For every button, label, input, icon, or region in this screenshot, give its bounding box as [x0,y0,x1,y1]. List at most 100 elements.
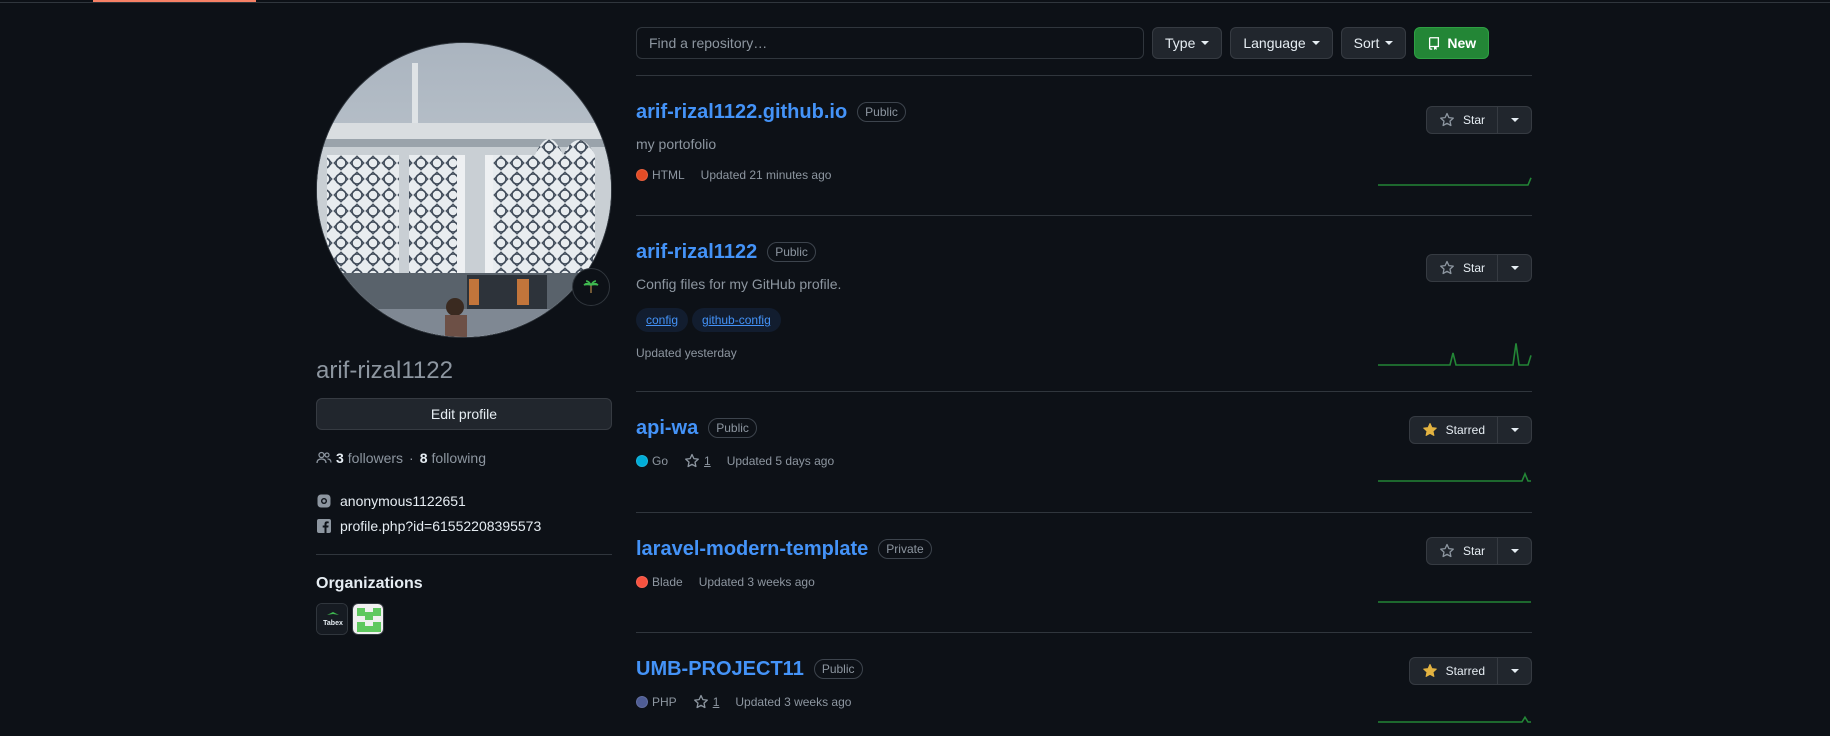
followers-label: followers [347,450,404,466]
star-icon [1440,543,1454,558]
chevron-down-icon [1510,266,1519,270]
repo-name-link[interactable]: arif-rizal1122 [636,240,757,264]
chevron-down-icon [1510,669,1519,673]
language-name: PHP [652,695,677,709]
list-dropdown-button[interactable] [1498,106,1532,134]
activity-sparkline [1378,715,1531,723]
language-filter-label: Language [1243,35,1306,51]
stargazer-count: 1 [712,695,720,709]
repo-updated: Updated 3 weeks ago [735,695,852,709]
repo-name-link[interactable]: UMB-PROJECT11 [636,657,804,681]
activity-sparkline [1378,343,1532,366]
avatar[interactable] [316,42,612,338]
profile-username: arif-rizal1122 [316,357,453,384]
social-links: anonymous1122651 profile.php?id=61552208… [316,488,612,538]
topic-tag[interactable]: config [636,308,689,332]
star-filled-icon [1422,423,1437,436]
language-color-dot [636,455,648,467]
search-input[interactable] [636,27,1144,59]
identicon-logo [353,604,383,634]
facebook-icon [316,518,332,534]
repo-language: Go [636,452,668,470]
organizations-heading: Organizations [316,575,423,592]
star-filled-icon [1422,664,1437,677]
org-avatar-tabex[interactable]: Tabex [316,603,348,635]
star-icon [1440,260,1454,275]
palm-tree-icon [583,280,599,293]
unstar-button[interactable]: Starred [1408,416,1498,444]
star-label: Starred [1445,423,1485,437]
star-button-group: Star [1425,106,1532,134]
chevron-down-icon [1510,428,1519,432]
unstar-button[interactable]: Starred [1408,657,1498,685]
star-button[interactable]: Star [1425,254,1498,282]
active-tab-indicator [93,0,256,2]
type-filter-label: Type [1165,35,1196,51]
chevron-down-icon [1311,41,1320,45]
star-button[interactable]: Star [1425,106,1498,134]
stargazers-link[interactable]: 1 [693,693,720,711]
set-status-button[interactable] [572,268,610,306]
sidebar-divider [316,554,612,555]
avatar-photo [317,43,611,337]
avatar-container [316,42,612,338]
sparkline-path [1378,343,1532,366]
sparkline-path [1378,471,1531,482]
language-name: Go [652,454,669,468]
language-color-dot [636,169,648,181]
type-filter-button[interactable]: Type [1152,27,1223,59]
visibility-badge: Public [813,659,863,679]
visibility-badge: Private [878,539,932,559]
activity-sparkline [1378,177,1532,186]
star-icon [1440,112,1454,127]
instagram-icon [316,493,332,509]
chevron-down-icon [1510,549,1519,553]
star-button-group: Starred [1408,416,1532,444]
repo-updated: Updated yesterday [636,346,737,360]
edit-profile-button[interactable]: Edit profile [316,398,612,430]
facebook-link[interactable]: profile.php?id=61552208395573 [316,513,612,538]
sparkline-path [1378,177,1532,186]
star-icon [684,453,700,469]
follow-stats: 3 followers · 8 following [316,448,612,468]
new-repository-button[interactable]: New [1414,27,1490,59]
repo-name-link[interactable]: laravel-modern-template [636,537,868,561]
language-filter-button[interactable]: Language [1230,27,1333,59]
instagram-handle: anonymous1122651 [340,492,466,509]
language-color-dot [636,696,648,708]
language-name: HTML [652,168,685,182]
list-item: arif-rizal1122 Public Config files for m… [636,216,1532,392]
repo-header: UMB-PROJECT11 Public [636,657,1532,681]
org-avatar-identicon[interactable] [352,603,384,635]
top-nav-underline [0,0,1830,3]
repo-name-link[interactable]: api-wa [636,416,698,440]
following-link[interactable]: 8 following [420,450,486,466]
new-button-label: New [1447,35,1477,51]
list-dropdown-button[interactable] [1498,537,1532,565]
repo-updated: Updated 3 weeks ago [698,575,815,589]
repo-description: Config files for my GitHub profile. [636,276,842,292]
instagram-link[interactable]: anonymous1122651 [316,488,612,513]
repo-name-link[interactable]: arif-rizal1122.github.io [636,100,847,124]
stargazers-link[interactable]: 1 [684,452,711,470]
star-button[interactable]: Star [1425,537,1498,565]
repo-header: api-wa Public [636,416,1532,440]
following-label: following [431,450,486,466]
repo-topics: config github-config [636,308,1532,332]
svg-text:Tabex: Tabex [323,620,343,627]
repo-language: Blade [636,573,683,591]
sort-button[interactable]: Sort [1340,27,1407,59]
list-dropdown-button[interactable] [1498,416,1532,444]
followers-link[interactable]: 3 followers [336,450,403,466]
sparkline-path [1378,715,1531,723]
star-label: Starred [1445,664,1485,678]
repo-header: arif-rizal1122 Public [636,240,1532,264]
visibility-badge: Public [708,418,757,438]
followers-count: 3 [336,450,344,466]
topic-tag[interactable]: github-config [692,308,781,332]
list-dropdown-button[interactable] [1498,657,1532,685]
repo-list: arif-rizal1122.github.io Public my porto… [636,75,1532,736]
chevron-down-icon [1201,41,1210,45]
repo-filter-bar: Type Language Sort New [636,27,1532,59]
list-dropdown-button[interactable] [1498,254,1532,282]
